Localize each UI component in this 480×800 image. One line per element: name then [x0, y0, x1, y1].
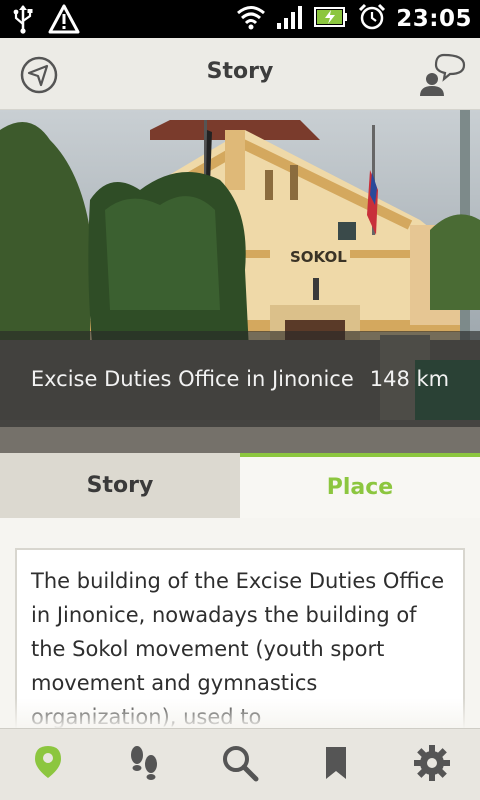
settings-gear-icon: [413, 744, 451, 786]
nav-search-button[interactable]: [192, 729, 288, 800]
nav-walks-button[interactable]: [96, 729, 192, 800]
warning-icon: [48, 4, 80, 38]
place-caption[interactable]: Excise Duties Office in Jinonice 148 km: [0, 331, 480, 427]
place-title: Excise Duties Office in Jinonice: [30, 367, 354, 391]
building-sign: SOKOL: [290, 248, 347, 266]
nav-bookmarks-button[interactable]: [288, 729, 384, 800]
nav-map-button[interactable]: [0, 729, 96, 800]
scroll-fade: [0, 698, 480, 728]
footsteps-icon: [127, 744, 161, 786]
location-pin-icon: [33, 744, 63, 786]
page-title: Story: [206, 59, 274, 84]
usb-icon: [12, 4, 34, 38]
tab-place[interactable]: Place: [240, 453, 480, 518]
place-photo: SOKOL Excise Duties Office in Jinonice 1…: [0, 110, 480, 453]
profile-chat-icon: [414, 53, 466, 102]
tab-story[interactable]: Story: [0, 453, 240, 518]
wifi-icon: [236, 4, 266, 34]
battery-charging-icon: [314, 6, 348, 32]
status-bar: 23:05: [0, 0, 480, 38]
search-icon: [221, 744, 259, 786]
place-distance: 148 km: [369, 367, 450, 391]
content-area[interactable]: The building of the Excise Duties Office…: [0, 518, 480, 728]
alarm-icon: [358, 3, 386, 35]
profile-chat-button[interactable]: [414, 52, 466, 98]
nav-settings-button[interactable]: [384, 729, 480, 800]
tab-bar: Story Place: [0, 453, 480, 518]
signal-icon: [276, 4, 304, 34]
action-bar: Story: [0, 38, 480, 110]
bookmark-icon: [324, 746, 348, 784]
status-clock: 23:05: [396, 6, 472, 32]
bottom-nav: [0, 728, 480, 800]
